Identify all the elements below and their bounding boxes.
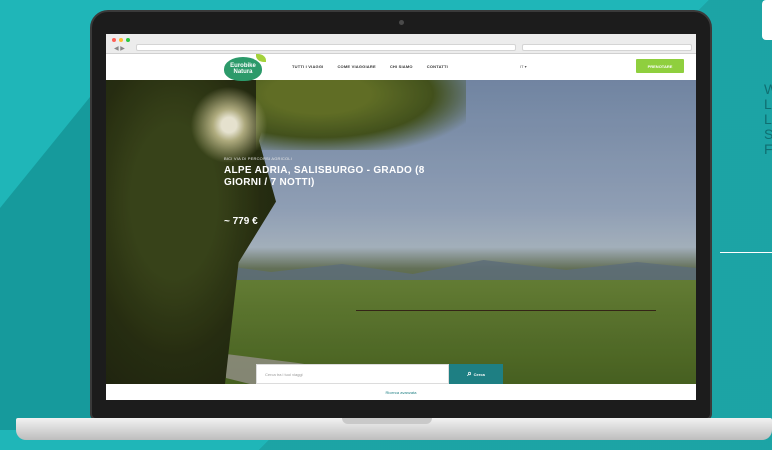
close-dot[interactable] [112,38,116,42]
nav-item-how-to-travel[interactable]: COME VIAGGIARE [337,64,375,69]
minimize-dot[interactable] [119,38,123,42]
site-logo[interactable]: Eurobike Natura [224,57,262,81]
side-letter: L [764,111,772,127]
address-bar[interactable] [136,44,516,51]
trip-search-input[interactable]: Cerca tra i tuoi viaggi [256,364,449,384]
maximize-dot[interactable] [126,38,130,42]
camera [399,20,404,25]
laptop-notch [342,418,432,424]
back-forward-icon[interactable]: ◀ ▶ [114,45,125,52]
browser-search-field[interactable] [522,44,692,51]
search-button-label: Cerca [473,371,485,377]
browser-toolbar: ◀ ▶ [106,34,696,54]
search-button[interactable]: ⌕ Cerca [449,364,503,384]
logo-text: Eurobike Natura [230,63,256,75]
side-card [762,0,772,40]
hero-price: ~ 779 € [224,216,258,227]
logo-line2: Natura [233,69,253,75]
book-button[interactable]: PRENOTARE [636,59,684,73]
side-letter: L [764,96,772,112]
hero-banner: BICI VIA DI PERCORSI AGRICOLI ALPE ADRIA… [106,80,696,384]
side-letters: W L L S F [764,82,772,156]
nav-item-contacts[interactable]: CONTATTI [427,64,448,69]
language-selector[interactable]: IT ▾ [520,64,527,69]
side-letter: F [764,141,772,156]
side-letter: W [764,82,772,97]
nav-item-all-trips[interactable]: TUTTI I VIAGGI [292,64,323,69]
laptop-screen: ◀ ▶ Eurobike Natura TUTTI I VIAGGI COME … [106,34,696,400]
window-controls [112,38,130,42]
side-divider [720,252,772,253]
main-nav: TUTTI I VIAGGI COME VIAGGIARE CHI SIAMO … [292,64,448,69]
site-header: Eurobike Natura TUTTI I VIAGGI COME VIAG… [106,54,696,81]
hero-kicker: BICI VIA DI PERCORSI AGRICOLI [224,156,293,161]
hero-overlay [106,80,696,384]
side-letter: S [764,126,772,142]
hero-title[interactable]: ALPE ADRIA, SALISBURGO - GRADO (8 GIORNI… [224,165,434,189]
advanced-search-link[interactable]: Ricerca avanzata [106,384,696,400]
nav-item-about[interactable]: CHI SIAMO [390,64,413,69]
search-icon: ⌕ [467,369,472,378]
